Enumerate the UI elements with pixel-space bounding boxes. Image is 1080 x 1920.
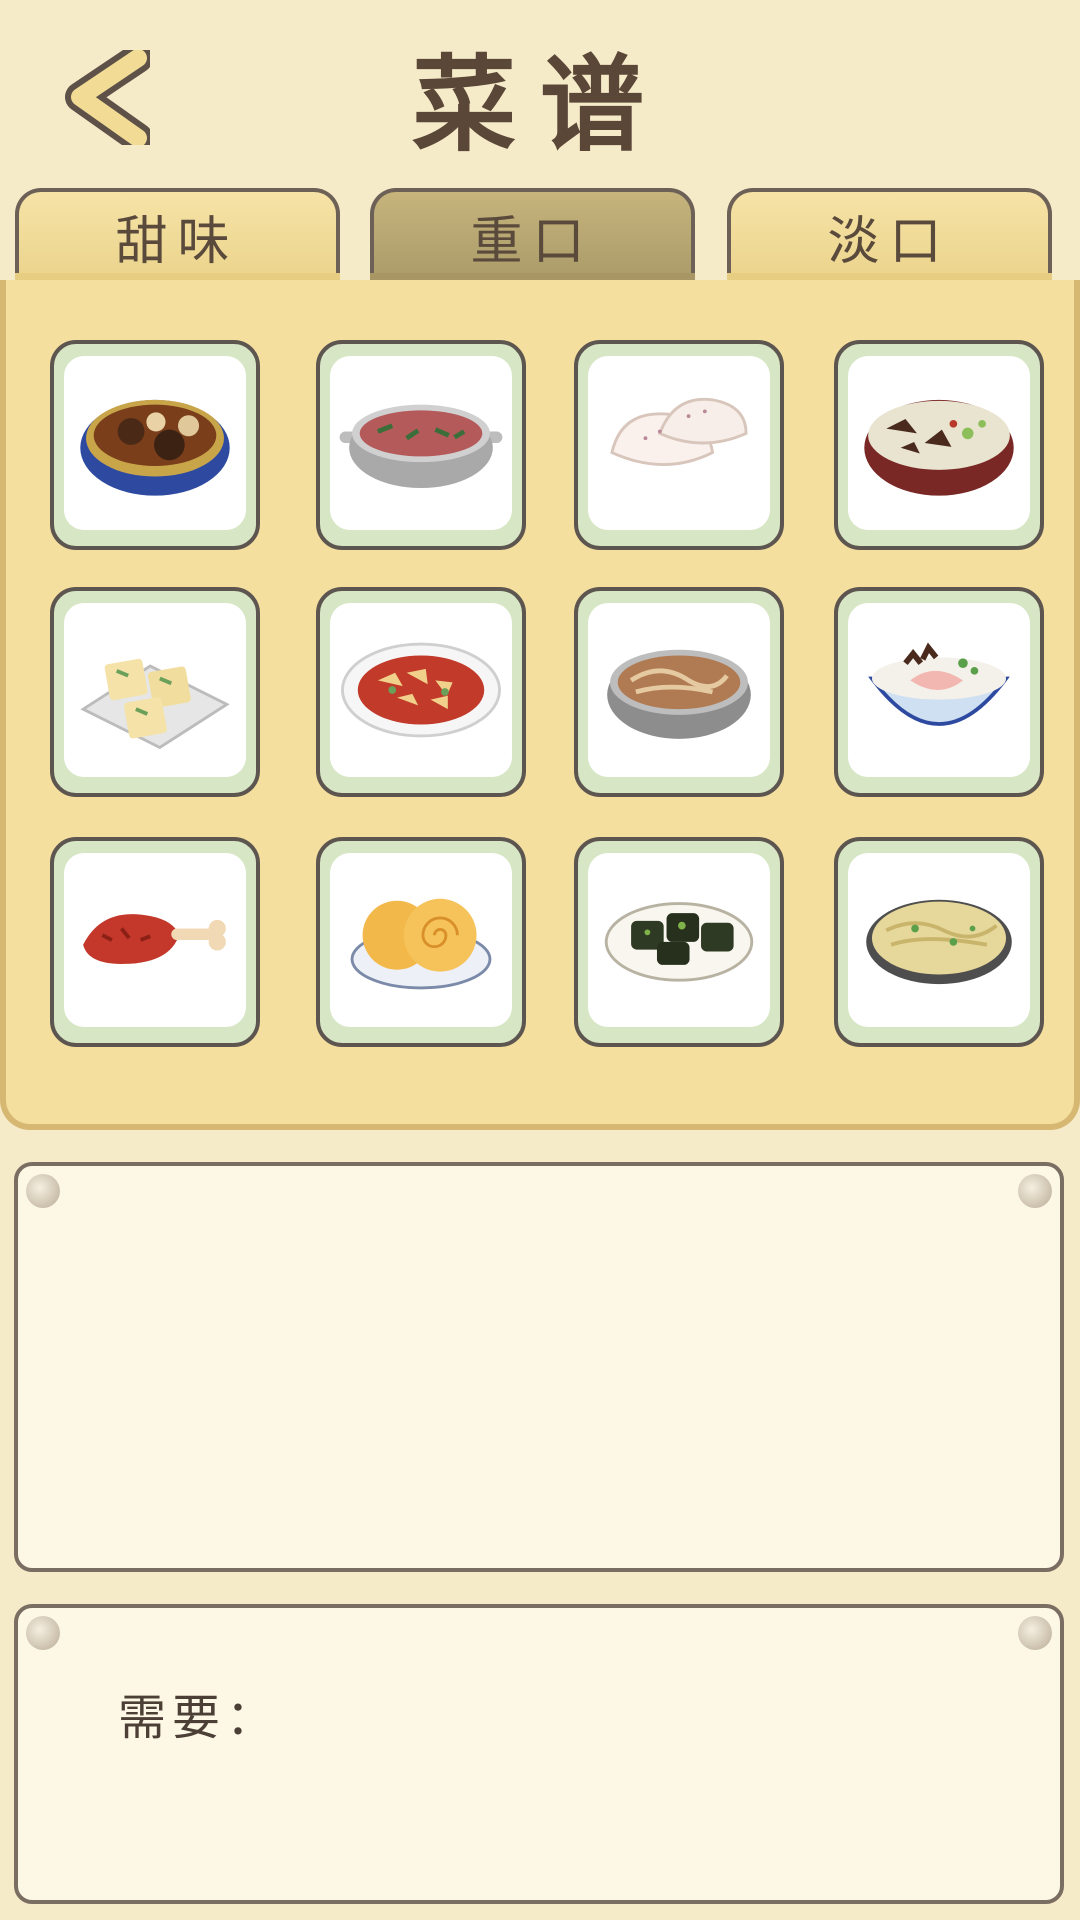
pin-icon <box>1018 1174 1052 1208</box>
recipe-card[interactable] <box>316 837 526 1047</box>
requirements-board: 需要： <box>14 1604 1064 1904</box>
tofu-plate-icon <box>80 658 230 750</box>
requirements-label: 需要： <box>118 1690 281 1746</box>
pin-icon <box>1018 1616 1052 1650</box>
recipe-card[interactable] <box>834 340 1044 550</box>
recipe-card[interactable] <box>574 837 784 1047</box>
tab-light[interactable]: 淡口 <box>727 188 1052 283</box>
pastry-buns-icon <box>350 898 492 990</box>
recipe-card[interactable] <box>834 837 1044 1047</box>
recipe-card[interactable] <box>834 587 1044 797</box>
tab-sweet[interactable]: 甜味 <box>15 188 340 283</box>
recipe-card[interactable] <box>50 340 260 550</box>
recipe-card[interactable] <box>316 340 526 550</box>
noodle-pot-icon <box>607 649 751 739</box>
noodle-pan-icon <box>866 899 1012 985</box>
recipe-card[interactable] <box>574 340 784 550</box>
dark-tofu-plate-icon <box>604 902 754 982</box>
recipe-card[interactable] <box>50 837 260 1047</box>
dumplings-icon <box>610 397 748 466</box>
meat-pot-icon <box>339 404 503 489</box>
chicken-drumstick-icon <box>83 914 226 964</box>
recipe-card[interactable] <box>50 587 260 797</box>
pin-icon <box>26 1174 60 1208</box>
recipe-grid-panel <box>0 280 1080 1130</box>
meat-rice-bowl-icon <box>868 642 1010 726</box>
pin-icon <box>26 1616 60 1650</box>
page-title: 菜谱 <box>411 44 668 166</box>
mushroom-braise-bowl-icon <box>80 399 230 496</box>
recipe-card[interactable] <box>316 587 526 797</box>
description-board <box>14 1162 1064 1572</box>
tab-heavy[interactable]: 重口 <box>370 188 695 283</box>
mushroom-soup-bowl-icon <box>864 399 1014 496</box>
recipe-card[interactable] <box>574 587 784 797</box>
fried-chunks-plate-icon <box>341 642 501 738</box>
